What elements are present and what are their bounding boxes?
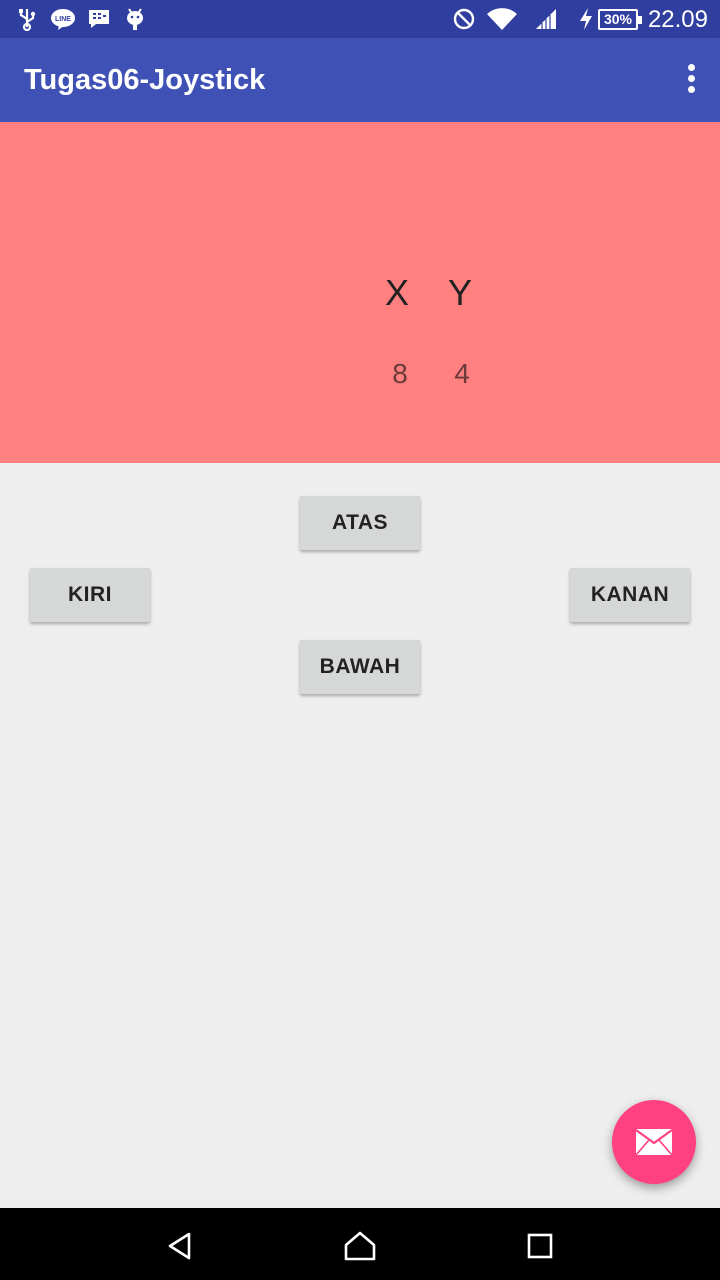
usb-icon (16, 6, 38, 32)
navigation-bar (0, 1208, 720, 1280)
line-app-icon: LINE (50, 6, 76, 32)
recents-icon[interactable] (520, 1226, 560, 1266)
home-icon[interactable] (340, 1226, 380, 1266)
status-time: 22.09 (647, 6, 708, 33)
bbm-icon (87, 6, 111, 32)
y-label: Y (447, 272, 472, 313)
do-not-disturb-icon (452, 6, 476, 32)
down-button[interactable]: BAWAH (300, 640, 420, 694)
wifi-icon (486, 6, 518, 32)
mail-icon (635, 1128, 673, 1156)
cell-signal-icon (534, 6, 558, 32)
x-label: X (384, 272, 409, 313)
y-value: 4 (454, 358, 470, 389)
svg-text:LINE: LINE (55, 16, 71, 23)
right-button[interactable]: KANAN (570, 568, 690, 622)
coordinate-panel: X Y 8 4 (0, 122, 720, 463)
app-bar: Tugas06-Joystick (0, 38, 720, 122)
up-button[interactable]: ATAS (300, 496, 420, 550)
battery-icon: 30% (598, 9, 642, 30)
charging-icon (578, 6, 594, 32)
mail-fab-button[interactable] (612, 1100, 696, 1184)
android-debug-icon (124, 6, 146, 32)
x-value: 8 (392, 358, 408, 389)
app-title: Tugas06-Joystick (24, 64, 266, 96)
left-button[interactable]: KIRI (30, 568, 150, 622)
more-vert-icon[interactable] (682, 64, 702, 96)
status-bar: LINE 30% 22.09 (0, 0, 720, 38)
back-icon[interactable] (160, 1226, 200, 1266)
